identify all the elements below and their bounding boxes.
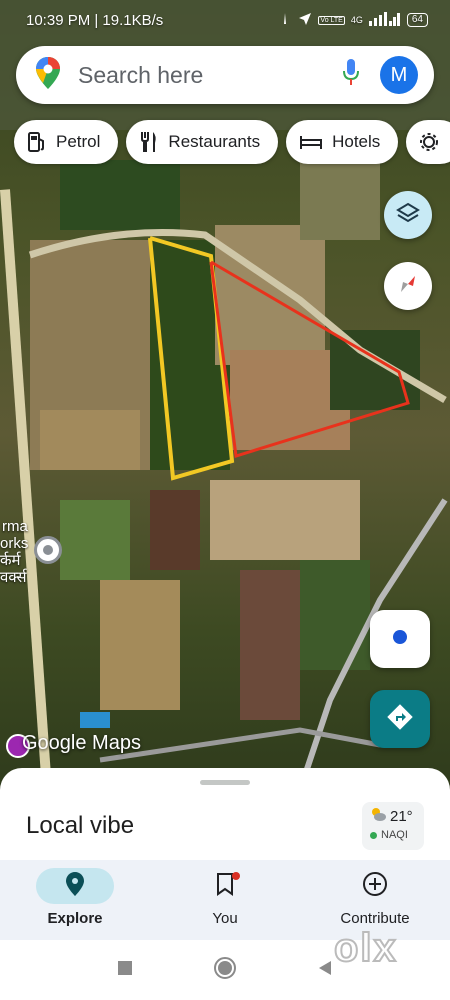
directions-icon [386,703,414,736]
my-location-icon [387,624,413,655]
status-time: 10:39 PM | 19.1KB/s [26,11,164,29]
home-button[interactable] [213,956,237,985]
place-label-line: वर्क्स [0,569,27,586]
nav-explore-label: Explore [47,910,103,927]
nav-explore[interactable]: Explore [0,860,150,940]
bed-icon [300,134,323,150]
microphone-icon[interactable] [342,58,360,92]
gear-icon [420,133,439,151]
bottom-sheet[interactable]: Local vibe 21° NAQI [0,768,450,860]
chip-label: Petrol [56,132,101,151]
nav-you[interactable]: You [150,860,300,940]
google-maps-pin-icon [36,56,60,94]
sheet-drag-handle[interactable] [200,780,250,785]
fuel-pump-icon [28,132,46,152]
cloud-moon-icon [370,807,386,825]
directions-button[interactable] [370,690,430,748]
add-circle-icon [362,871,388,902]
fork-knife-icon [140,132,158,152]
notification-dot [232,872,240,880]
status-icons: Vo LTE 4G 64 [278,12,428,28]
satellite-map[interactable]: rma orks र्कर्म वर्क्स [0,0,450,790]
chip-petrol[interactable]: Petrol [14,120,119,164]
place-label-line: र्कर्म [0,552,21,569]
layers-icon [396,201,420,230]
location-arrow-icon [298,12,312,28]
place-label-line: rma [2,518,28,535]
signal-icon [368,12,401,28]
compass-icon [396,272,420,301]
chip-label: Restaurants [168,132,261,151]
battery-icon: 64 [406,13,428,27]
olx-watermark: olx [333,925,398,971]
search-input[interactable]: Search here [78,62,342,89]
yellow-plot-outline [148,236,235,481]
my-location-button[interactable] [370,610,430,668]
red-plot-outline [209,260,410,458]
layers-button[interactable] [384,191,432,239]
search-bar[interactable]: Search here M [16,46,434,104]
weather-widget[interactable]: 21° NAQI [362,802,424,850]
nav-explore-pill [36,868,114,904]
volte-badge: Vo LTE [318,15,345,25]
nav-contribute-pill [336,868,414,904]
alarm-icon [278,12,292,28]
explore-pin-icon [66,871,84,901]
chip-hotels[interactable]: Hotels [286,120,399,164]
google-maps-attribution: Google Maps [22,732,141,754]
chip-restaurants[interactable]: Restaurants [126,120,279,164]
place-pin-icon[interactable] [34,536,62,564]
compass-button[interactable] [384,262,432,310]
back-button[interactable] [317,960,333,981]
weather-temperature: 21° [390,807,413,825]
network-type: 4G [350,15,363,25]
aqi-label: NAQI [381,829,408,841]
nav-you-pill [186,868,264,904]
category-chips: Petrol Restaurants Hotels [14,120,450,164]
aqi-status-dot [370,831,377,839]
nav-you-label: You [212,910,238,927]
recents-button[interactable] [117,960,133,981]
status-bar: 10:39 PM | 19.1KB/s Vo LTE 4G 64 [0,0,450,40]
place-label-line: orks [0,535,29,552]
chip-more[interactable] [406,120,450,164]
avatar[interactable]: M [380,56,418,94]
nav-contribute-label: Contribute [340,910,410,927]
chip-label: Hotels [332,132,381,151]
map-roads [28,229,448,790]
sheet-title: Local vibe [26,812,135,839]
place-label[interactable]: rma orks र्कर्म वर्क्स [0,518,28,586]
